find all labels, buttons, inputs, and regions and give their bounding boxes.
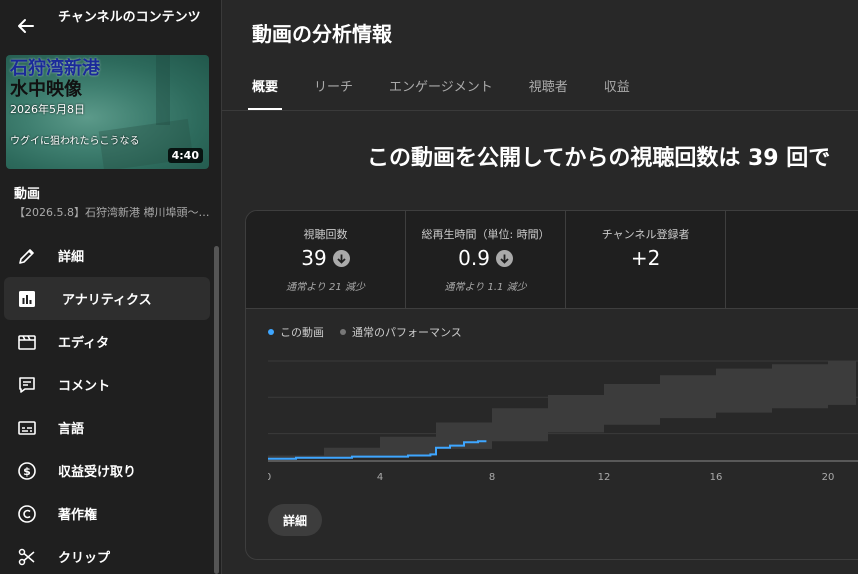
sidebar-item-monetization[interactable]: $ 収益受け取り xyxy=(0,449,214,492)
thumbnail-line2: 水中映像 xyxy=(10,79,82,100)
headline: この動画を公開してからの視聴回数は 39 回で xyxy=(367,146,831,171)
chart-legend: この動画 通常のパフォーマンス xyxy=(268,324,462,340)
sidebar-item-comments[interactable]: コメント xyxy=(0,363,214,406)
thumbnail-rope xyxy=(156,55,170,125)
sidebar-item-copyright[interactable]: 著作権 xyxy=(0,492,214,535)
metric-value: +2 xyxy=(630,246,661,270)
sidebar-item-language[interactable]: 言語 xyxy=(0,406,214,449)
copyright-icon xyxy=(16,503,38,525)
arrow-left-icon xyxy=(18,19,34,33)
legend-item-typical[interactable]: 通常のパフォーマンス xyxy=(340,324,462,340)
x-tick-label: 0 xyxy=(268,472,271,483)
metric-more[interactable] xyxy=(726,211,858,309)
sidebar-title: チャンネルのコンテンツ xyxy=(58,10,201,25)
sidebar-item-label: クリップ xyxy=(58,551,111,566)
sidebar-item-label: 著作権 xyxy=(58,508,98,523)
analytics-icon xyxy=(16,288,38,310)
comment-icon xyxy=(16,374,38,396)
legend-label: 通常のパフォーマンス xyxy=(352,326,462,339)
tab-engagement[interactable]: エンゲージメント xyxy=(389,70,493,110)
main-content: 動画の分析情報 概要 リーチ エンゲージメント 視聴者 収益 この動画を公開して… xyxy=(222,0,858,574)
sidebar-scrollbar[interactable] xyxy=(214,246,219,574)
thumbnail-date: 2026年5月8日 xyxy=(10,103,85,116)
x-tick-label: 8 xyxy=(489,472,495,483)
metric-comparison: 通常より 1.1 減少 xyxy=(444,282,527,293)
video-title: 【2026.5.8】石狩湾新港 樽川埠頭〜… xyxy=(14,206,210,219)
performance-chart[interactable]: 0 4 8 12 16 20 xyxy=(268,351,858,491)
metric-value-row: 0.9 xyxy=(406,246,565,270)
tab-bar: 概要 リーチ エンゲージメント 視聴者 収益 xyxy=(247,70,666,110)
scissors-icon xyxy=(16,546,38,568)
metric-label: チャンネル登録者 xyxy=(601,228,690,241)
legend-dot xyxy=(268,329,274,335)
metric-subscribers[interactable]: チャンネル登録者 +2 xyxy=(566,211,727,309)
sidebar-item-label: 詳細 xyxy=(58,250,85,265)
tab-overview[interactable]: 概要 xyxy=(247,70,283,110)
video-thumbnail[interactable]: 石狩湾新港 水中映像 2026年5月8日 ウグイに狙われたらこうなる 4:40 xyxy=(6,55,209,169)
arrow-down-icon xyxy=(332,249,350,267)
tab-revenue[interactable]: 収益 xyxy=(604,70,630,110)
arrow-down-icon xyxy=(495,249,513,267)
sidebar-header: チャンネルのコンテンツ xyxy=(0,0,222,52)
pencil-icon xyxy=(16,245,38,267)
metric-value-row: 39 xyxy=(246,246,405,270)
sidebar-item-editor[interactable]: エディタ xyxy=(0,320,214,363)
legend-dot xyxy=(340,329,346,335)
metric-comparison: 通常より 21 減少 xyxy=(286,282,365,293)
details-button[interactable]: 詳細 xyxy=(268,504,322,536)
video-label: 動画 xyxy=(14,187,41,202)
metric-watch-time[interactable]: 総再生時間（単位: 時間） 0.9 通常より 1.1 減少 xyxy=(406,211,567,309)
sidebar-item-label: コメント xyxy=(58,379,111,394)
sidebar-item-details[interactable]: 詳細 xyxy=(0,234,214,277)
dollar-icon: $ xyxy=(16,460,38,482)
tab-audience[interactable]: 視聴者 xyxy=(529,70,568,110)
tab-reach[interactable]: リーチ xyxy=(314,70,353,110)
thumbnail-line1: 石狩湾新港 xyxy=(10,58,100,79)
x-tick-label: 12 xyxy=(598,472,611,483)
metrics-row: 視聴回数 39 通常より 21 減少 総再生時間（単位: 時間） 0.9 通常よ… xyxy=(246,211,858,309)
page-title: 動画の分析情報 xyxy=(252,22,392,46)
sidebar-item-clips[interactable]: クリップ xyxy=(0,535,214,574)
typical-performance-band xyxy=(268,359,856,459)
duration-badge: 4:40 xyxy=(167,148,203,163)
metric-value-row: +2 xyxy=(566,246,725,270)
x-tick-label: 4 xyxy=(377,472,383,483)
tabs-divider xyxy=(222,110,858,111)
svg-text:$: $ xyxy=(23,465,31,478)
sidebar: チャンネルのコンテンツ 石狩湾新港 水中映像 2026年5月8日 ウグイに狙われ… xyxy=(0,0,222,574)
x-tick-label: 20 xyxy=(822,472,835,483)
metric-label: 総再生時間（単位: 時間） xyxy=(421,228,550,241)
metric-views[interactable]: 視聴回数 39 通常より 21 減少 xyxy=(246,211,407,309)
subtitles-icon xyxy=(16,417,38,439)
metric-value: 0.9 xyxy=(458,246,490,270)
sidebar-item-analytics[interactable]: アナリティクス xyxy=(4,277,210,320)
sidebar-nav: 詳細 アナリティクス エディタ コメント 言語 $ 収益受け取り 著作権 クリッ… xyxy=(0,234,214,574)
thumbnail-caption: ウグイに狙われたらこうなる xyxy=(10,136,140,147)
editor-icon xyxy=(16,331,38,353)
sidebar-item-label: 言語 xyxy=(58,422,85,437)
legend-label: この動画 xyxy=(280,326,324,339)
sidebar-item-label: 収益受け取り xyxy=(58,465,137,480)
legend-item-this-video[interactable]: この動画 xyxy=(268,324,324,340)
sidebar-item-label: アナリティクス xyxy=(62,293,152,308)
sidebar-item-label: エディタ xyxy=(58,336,110,351)
x-tick-label: 16 xyxy=(710,472,723,483)
metric-label: 視聴回数 xyxy=(303,228,348,241)
metric-value: 39 xyxy=(301,246,327,270)
back-button[interactable] xyxy=(10,10,42,42)
overview-card: 視聴回数 39 通常より 21 減少 総再生時間（単位: 時間） 0.9 通常よ… xyxy=(245,210,858,560)
